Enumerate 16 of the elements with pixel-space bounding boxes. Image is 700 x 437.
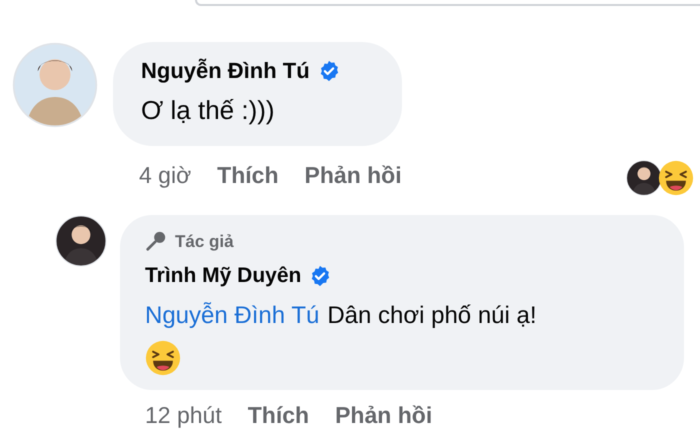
mention-link[interactable]: Nguyễn Đình Tú [145, 298, 320, 334]
like-link[interactable]: Thích [217, 158, 279, 192]
reply-text: Dân chơi phố núi ạ! [327, 300, 537, 330]
author-name[interactable]: Nguyễn Đình Tú [141, 54, 310, 87]
comment-time: 12 phút [145, 400, 222, 430]
comment-time: 4 giờ [139, 161, 192, 190]
laughing-face-icon [145, 340, 181, 376]
reply-link[interactable]: Phản hồi [335, 398, 432, 432]
microphone-icon [145, 230, 167, 252]
author-name[interactable]: Trình Mỹ Duyên [145, 260, 302, 292]
author-label: Tác giả [175, 230, 234, 253]
avatar[interactable] [626, 160, 662, 196]
reply-link[interactable]: Phản hồi [304, 158, 402, 192]
like-link[interactable]: Thích [248, 398, 310, 432]
laughing-face-icon [658, 160, 694, 196]
comment-text: Ơ lạ thế :))) [141, 94, 276, 127]
